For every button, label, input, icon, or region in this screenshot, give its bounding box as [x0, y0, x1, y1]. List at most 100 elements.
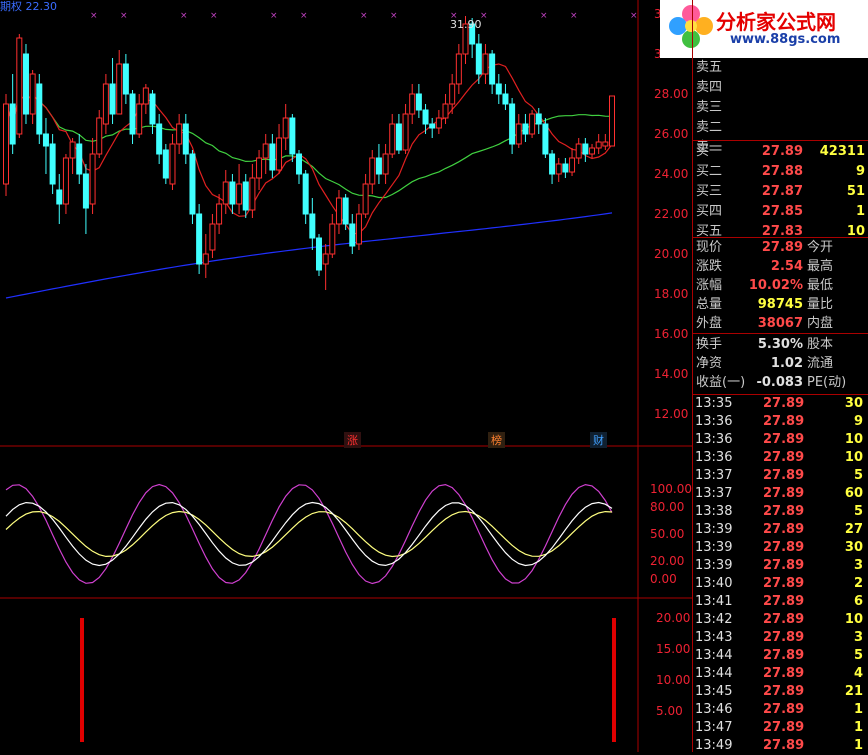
ask-row-4[interactable]: 卖二 — [693, 118, 868, 137]
signal-x-marker: × — [90, 11, 98, 21]
volume-bar — [612, 618, 616, 742]
bid-price: 27.85 — [761, 204, 803, 219]
kline-chart-svg[interactable]: 330.0028.0026.0024.0022.0020.0018.0016.0… — [0, 0, 692, 752]
bid-label: 买三 — [696, 184, 723, 199]
candle-body — [549, 153, 556, 175]
candle-body — [116, 63, 123, 115]
tick-price: 27.89 — [763, 648, 805, 663]
signal-x-marker: × — [360, 11, 368, 21]
tick-time: 13:36 — [695, 414, 733, 429]
stat-label: 净资 — [696, 356, 723, 371]
candle-body — [262, 143, 269, 159]
candle-body — [495, 83, 502, 95]
candle-body — [435, 117, 442, 129]
stat-label-secondary: 量比 — [807, 297, 834, 312]
ask-label: 卖四 — [696, 80, 723, 95]
candle-body — [216, 203, 223, 225]
candle-body — [475, 43, 482, 75]
tick-row: 13:36 27.89 10 — [693, 431, 868, 449]
tick-volume: 5 — [853, 504, 863, 519]
candle-body — [102, 83, 109, 125]
bid-volume: 42311 — [819, 144, 865, 159]
candle-body — [395, 123, 402, 151]
tick-price: 27.89 — [763, 540, 805, 555]
candle-body — [315, 237, 322, 271]
tick-row: 13:39 27.89 3 — [693, 557, 868, 575]
tick-volume: 10 — [844, 612, 863, 627]
ask-row-2[interactable]: 卖四 — [693, 78, 868, 97]
volume-axis-label: 20.00 — [656, 611, 690, 625]
candle-body — [202, 253, 209, 265]
candle-body — [96, 117, 103, 155]
candle-body — [222, 181, 229, 205]
candle-body — [49, 143, 56, 185]
candle-body — [349, 223, 356, 247]
volume-axis-label: 5.00 — [656, 704, 683, 718]
tick-time: 13:41 — [695, 594, 733, 609]
tick-volume: 1 — [853, 720, 863, 735]
tick-price: 27.89 — [763, 720, 805, 735]
bid-price: 27.88 — [761, 164, 803, 179]
tick-volume: 1 — [853, 702, 863, 717]
candle-body — [196, 213, 203, 265]
tick-row: 13:36 27.89 10 — [693, 449, 868, 467]
volume-bar — [80, 618, 84, 742]
tick-time: 13:39 — [695, 540, 733, 555]
kdj-d-line — [5, 510, 613, 558]
stat-row-4: 总量 98745 量比 — [693, 295, 868, 314]
candle-body — [555, 163, 562, 175]
tick-row: 13:42 27.89 10 — [693, 611, 868, 629]
tick-row: 13:38 27.89 5 — [693, 503, 868, 521]
tick-volume: 10 — [844, 450, 863, 465]
stat-label-secondary: PE(动) — [807, 375, 847, 390]
ask-label: 卖五 — [696, 60, 723, 75]
marker-zhang[interactable]: 涨 — [344, 432, 361, 448]
candle-body — [582, 143, 589, 155]
bid-row-1[interactable]: 买一 27.89 42311 — [693, 142, 868, 161]
signal-x-marker: × — [210, 11, 218, 21]
stat-value: 10.02% — [748, 278, 803, 293]
stat-row-6: 换手 5.30% 股本 — [693, 335, 868, 354]
chart-area[interactable]: 330.0028.0026.0024.0022.0020.0018.0016.0… — [0, 0, 692, 752]
signal-x-marker: × — [270, 11, 278, 21]
bid-row-4[interactable]: 买四 27.85 1 — [693, 202, 868, 221]
indicator-label: 期权 22.30 — [0, 0, 57, 13]
candle-body — [522, 123, 529, 135]
bid-volume: 51 — [846, 184, 865, 199]
ask-row-1[interactable]: 卖五 — [693, 58, 868, 77]
tick-price: 27.89 — [763, 594, 805, 609]
kdj-axis-label: 80.00 — [650, 500, 684, 514]
bid-row-2[interactable]: 买二 27.88 9 — [693, 162, 868, 181]
candle-body — [242, 181, 249, 211]
tick-time: 13:37 — [695, 486, 733, 501]
stat-label-secondary: 内盘 — [807, 316, 834, 331]
candle-body — [176, 123, 183, 145]
candle-body — [595, 141, 602, 149]
tick-time: 13:39 — [695, 522, 733, 537]
tick-volume: 30 — [844, 396, 863, 411]
candle-body — [382, 153, 389, 175]
stat-label: 换手 — [696, 337, 723, 352]
bid-price: 27.89 — [761, 144, 803, 159]
candle-body — [82, 173, 89, 209]
signal-x-marker: × — [450, 11, 458, 21]
marker-cai[interactable]: 财 — [590, 432, 607, 448]
stat-label: 涨幅 — [696, 278, 723, 293]
marker-bang[interactable]: 榜 — [488, 432, 505, 448]
ask-label: 卖二 — [696, 120, 723, 135]
stat-label: 外盘 — [696, 316, 723, 331]
candle-body — [362, 183, 369, 215]
candle-body — [182, 123, 189, 155]
candle-body — [542, 123, 549, 155]
tick-volume: 9 — [853, 414, 863, 429]
ma-long-line — [5, 212, 613, 299]
candle-body — [236, 183, 243, 205]
candle-body — [22, 53, 29, 115]
tick-time: 13:37 — [695, 468, 733, 483]
price-axis-label: 16.00 — [654, 327, 688, 341]
tick-volume: 2 — [853, 576, 863, 591]
candle-body — [3, 103, 9, 185]
stat-label-secondary: 今开 — [807, 240, 834, 255]
ask-row-3[interactable]: 卖三 — [693, 98, 868, 117]
bid-row-3[interactable]: 买三 27.87 51 — [693, 182, 868, 201]
